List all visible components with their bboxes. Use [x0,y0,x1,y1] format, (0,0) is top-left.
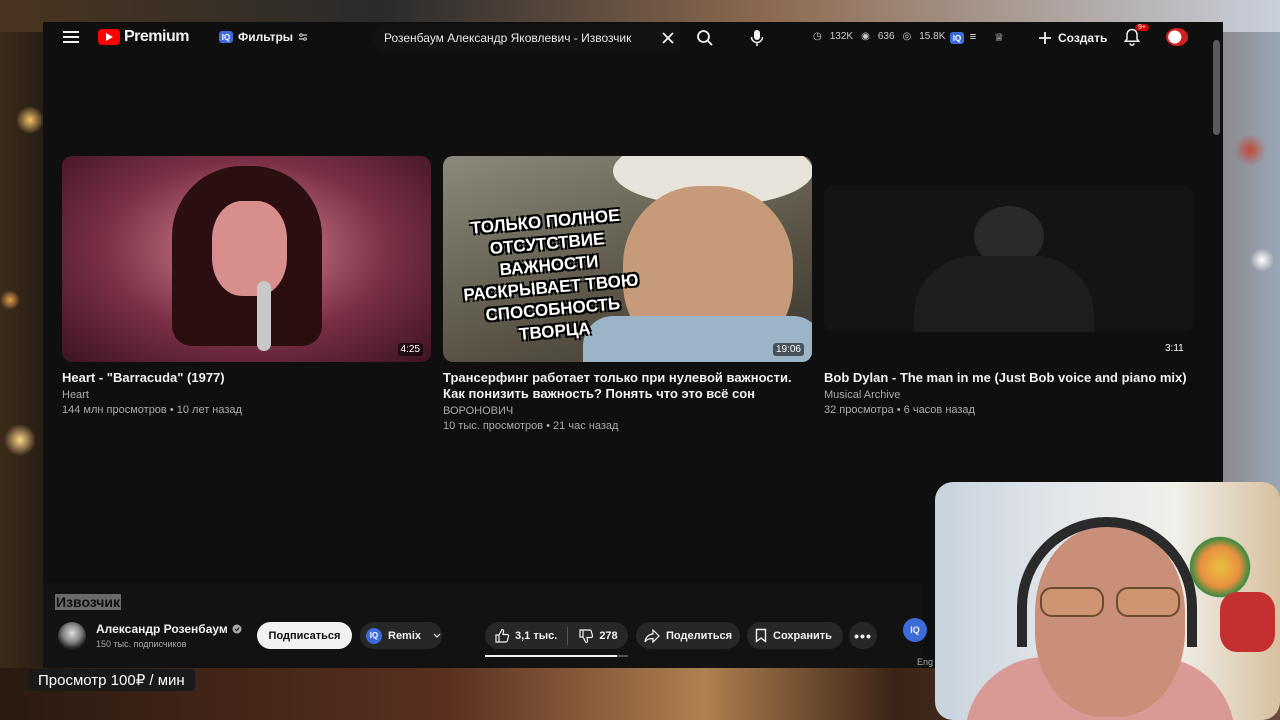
share-button[interactable]: Поделиться [636,622,740,649]
video-duration: 19:06 [772,343,804,356]
video-card-heart[interactable]: 4:25 Heart - "Barracuda" (1977) Heart 14… [62,156,431,416]
list-icon[interactable]: ≡ [966,30,980,44]
video-title[interactable]: Bob Dylan - The man in me (Just Bob voic… [824,370,1193,386]
scrollbar[interactable] [1213,40,1220,135]
video-channel[interactable]: Heart [62,389,431,401]
dislike-count: 278 [599,629,618,642]
iq-icon: IQ [219,31,233,43]
stat-watching: 636 [877,31,895,42]
like-button[interactable]: 3,1 тыс. [494,628,557,644]
divider [567,626,569,645]
like-count: 3,1 тыс. [515,629,558,642]
trophy-icon[interactable]: ♕ [992,30,1006,44]
video-channel[interactable]: Musical Archive [824,389,1193,401]
plus-icon [1039,32,1051,44]
like-ratio-bar [485,655,628,657]
iq-icon: IQ [366,627,382,644]
subscriber-count: 150 тыс. подписчиков [96,639,187,649]
video-duration: 3:11 [1165,343,1184,354]
dislike-button[interactable]: 278 [578,628,618,644]
chevron-down-icon [433,633,441,638]
youtube-play-icon [98,29,120,45]
filters-button[interactable]: IQ Фильтры [219,30,308,44]
clock-icon: ◷ [813,31,822,42]
channel-name[interactable]: Александр Розенбаум [96,622,242,636]
microphone-icon[interactable] [746,27,768,49]
video-title[interactable]: Трансерфинг работает только при нулевой … [443,370,812,402]
share-icon [644,628,660,643]
video-thumbnail[interactable] [824,186,1193,332]
search-input[interactable]: Розенбаум Александр Яковлевич - Извозчик [372,24,680,52]
more-actions-button[interactable]: ••• [849,622,877,649]
clear-search-icon[interactable] [658,28,678,48]
logo-text: Premium [124,28,189,45]
iq-sidebar-button[interactable]: IQ [903,618,927,642]
price-overlay: Просмотр 100₽ / мин [28,669,195,691]
create-label: Создать [1058,31,1108,45]
stats-bar: ◷ 132K ◉ 636 ◎ 15.8K [813,31,945,42]
video-title[interactable]: Heart - "Barracuda" (1977) [62,370,431,386]
video-duration: 4:25 [397,343,423,356]
video-thumbnail[interactable]: ТОЛЬКО ПОЛНОЕ ОТСУТСТВИЕ ВАЖНОСТИ РАСКРЫ… [443,156,812,362]
video-card-dylan[interactable]: 3:11 Bob Dylan - The man in me (Just Bob… [824,156,1193,416]
channel-avatar[interactable] [58,622,86,650]
notifications-badge: 9+ [1135,24,1149,31]
create-button[interactable]: Создать [1028,27,1117,49]
subscribe-button[interactable]: Подписаться [257,622,352,649]
verified-icon [232,624,242,634]
channel-name-text: Александр Розенбаум [96,622,228,636]
sliders-icon [299,33,308,41]
eye-icon: ◉ [861,31,870,42]
language-label[interactable]: Eng [917,657,933,667]
thumbs-down-icon [579,628,594,643]
account-avatar[interactable] [1166,28,1188,46]
thumbnail-art [914,256,1094,332]
video-card-transurfing[interactable]: ТОЛЬКО ПОЛНОЕ ОТСУТСТВИЕ ВАЖНОСТИ РАСКРЫ… [443,156,812,432]
menu-icon[interactable] [60,28,82,46]
search-icon[interactable] [694,27,716,49]
bookmark-icon [755,628,767,643]
video-meta: 144 млн просмотров • 10 лет назад [62,404,242,416]
thumbs-up-icon [495,628,510,643]
like-dislike-group: 3,1 тыс. 278 [485,622,628,649]
eye-outline-icon: ◎ [902,31,912,42]
filters-label: Фильтры [238,30,294,44]
more-icon: ••• [854,627,872,644]
thumbnail-art [257,281,271,351]
headphones-art [1017,517,1197,647]
remix-button[interactable]: IQ Remix [360,622,442,649]
webcam-art [1220,592,1275,652]
share-label: Поделиться [666,629,733,642]
video-thumbnail[interactable]: 4:25 [62,156,431,362]
remix-label: Remix [388,629,422,642]
thumbnail-caption: ТОЛЬКО ПОЛНОЕ ОТСУТСТВИЕ ВАЖНОСТИ РАСКРЫ… [462,205,640,344]
glasses-art [1040,587,1180,617]
video-channel[interactable]: ВОРОНОВИЧ [443,405,812,417]
stat-seen: 15.8K [919,31,946,42]
video-meta: 10 тыс. просмотров • 21 час назад [443,420,619,432]
stat-views: 132K [829,31,854,42]
save-button[interactable]: Сохранить [747,622,843,649]
like-ratio-fill [485,655,617,657]
iq-extension-icon[interactable]: IQ [950,32,964,44]
thumbnail-art [212,201,287,296]
webcam-overlay [935,482,1280,720]
youtube-logo[interactable]: Premium [98,28,189,46]
video-page-title: Извозчик [55,594,121,610]
video-meta: 32 просмотра • 6 часов назад [824,404,975,416]
search-query[interactable]: Розенбаум Александр Яковлевич - Извозчик [384,31,634,45]
save-label: Сохранить [773,629,832,642]
